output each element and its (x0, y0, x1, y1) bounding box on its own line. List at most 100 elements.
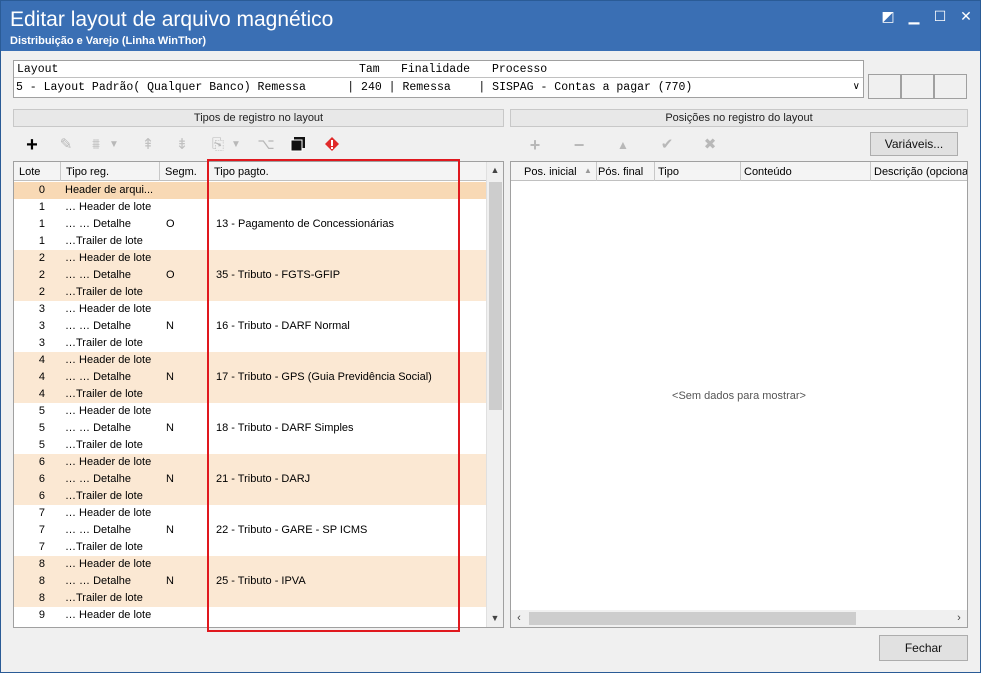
side-button-3[interactable] (934, 74, 967, 99)
col-segm[interactable]: Segm. (160, 162, 209, 181)
layout-selected-value[interactable]: 5 - Layout Padrão( Qualquer Banco) Remes… (14, 79, 863, 98)
table-row[interactable]: 0 Header de arqui... (14, 182, 488, 199)
tipo-reg-cell: … … Detalhe (65, 371, 132, 383)
restore-icon[interactable]: ◩ (880, 8, 896, 24)
table-row[interactable]: 7 … Header de lote (14, 505, 488, 522)
tipo-pagto-cell (212, 199, 462, 216)
tipo-pagto-cell (212, 556, 462, 573)
confirm-icon[interactable]: ✔ (658, 136, 676, 154)
col-lote[interactable]: Lote (14, 162, 61, 181)
scroll-down-icon[interactable]: ▼ (487, 610, 503, 627)
scroll-right-icon[interactable]: › (951, 610, 967, 627)
table-row[interactable]: 8 …Trailer de lote (14, 590, 488, 607)
table-row[interactable]: 2 … Header de lote (14, 250, 488, 267)
scroll-up-icon[interactable]: ▲ (487, 162, 503, 179)
tipo-reg-cell: … … Detalhe (65, 320, 132, 332)
table-row[interactable]: 4 … Header de lote (14, 352, 488, 369)
segm-cell (162, 607, 207, 624)
tipo-reg-cell: … Header de lote (65, 405, 152, 417)
table-row[interactable]: 3 …Trailer de lote (14, 335, 488, 352)
col-tipo-pagto[interactable]: Tipo pagto. (209, 162, 488, 181)
cancel-icon[interactable]: ✖ (701, 136, 719, 154)
table-row[interactable]: 2 …Trailer de lote (14, 284, 488, 301)
move-up-icon[interactable]: ⇞ (139, 136, 157, 154)
col-descricao[interactable]: Descrição (opcional) (869, 162, 967, 181)
move-up-position-icon[interactable]: ▲ (614, 136, 632, 154)
tipo-pagto-cell: 21 - Tributo - DARJ (216, 473, 311, 485)
table-row[interactable]: 7 … … Detalhe N 22 - Tributo - GARE - SP IC… (14, 522, 488, 539)
tipo-pagto-cell (212, 284, 462, 301)
window-subtitle: Distribuição e Varejo (Linha WinThor) (10, 35, 207, 47)
duplicate-icon[interactable] (289, 136, 307, 154)
table-row[interactable]: 4 … … Detalhe N 17 - Tributo - GPS (Guia Pr… (14, 369, 488, 386)
variables-button[interactable]: Variáveis... (870, 132, 958, 156)
segm-cell: N (166, 422, 174, 434)
tipo-pagto-cell (212, 505, 462, 522)
tree-icon[interactable]: ⌥ (257, 136, 275, 154)
table-row[interactable]: 1 …Trailer de lote (14, 233, 488, 250)
tipo-pagto-cell (212, 250, 462, 267)
remove-position-icon[interactable]: − (570, 136, 588, 154)
chevron-down-icon[interactable]: ∨ (853, 81, 860, 92)
segm-cell (162, 590, 207, 607)
table-row[interactable]: 3 … Header de lote (14, 301, 488, 318)
add-position-icon[interactable]: + (526, 136, 544, 154)
edit-icon[interactable]: ✎ (57, 136, 75, 154)
col-conteudo[interactable]: Conteúdo (739, 162, 871, 181)
table-row[interactable]: 5 … … Detalhe N 18 - Tributo - DARF Simples (14, 420, 488, 437)
lote-cell: 2 (38, 252, 45, 264)
table-row[interactable]: 6 … Header de lote (14, 454, 488, 471)
layout-selector[interactable]: Layout Tam Finalidade Processo 5 - Layou… (13, 60, 864, 98)
copy-format-icon[interactable]: ⎘ (209, 136, 227, 154)
add-icon[interactable]: + (23, 135, 41, 155)
segm-cell (162, 556, 207, 573)
tipo-reg-cell: … Header de lote (65, 252, 152, 264)
lote-cell: 5 (38, 439, 45, 451)
table-row[interactable]: 6 … … Detalhe N 21 - Tributo - DARJ (14, 471, 488, 488)
table-row[interactable]: 8 … Header de lote (14, 556, 488, 573)
tipo-pagto-cell: 17 - Tributo - GPS (Guia Previdência Soc… (216, 371, 432, 383)
record-types-grid: Lote Tipo reg. Segm. Tipo pagto. 0 Header… (13, 161, 504, 628)
tipo-reg-cell: … … Detalhe (65, 524, 132, 536)
close-icon[interactable]: ✕ (958, 8, 974, 24)
table-row[interactable]: 6 …Trailer de lote (14, 488, 488, 505)
filter-dropdown-icon[interactable]: ▼ (105, 136, 123, 154)
vertical-scrollbar[interactable]: ▲ ▼ (486, 162, 503, 627)
lote-cell: 6 (38, 490, 45, 502)
horizontal-scrollbar[interactable]: ‹ › (511, 610, 967, 627)
table-row[interactable]: 9 … Header de lote (14, 607, 488, 624)
side-button-1[interactable] (868, 74, 901, 99)
table-row[interactable]: 5 …Trailer de lote (14, 437, 488, 454)
close-button[interactable]: Fechar (879, 635, 968, 661)
maximize-icon[interactable]: ☐ (932, 8, 948, 24)
col-tipo[interactable]: Tipo (653, 162, 741, 181)
segm-cell: N (166, 524, 174, 536)
col-pos-final[interactable]: Pós. final (593, 162, 655, 181)
tipo-reg-cell: …Trailer de lote (65, 490, 143, 502)
scroll-thumb[interactable] (489, 182, 502, 410)
table-row[interactable]: 8 … … Detalhe N 25 - Tributo - IPVA (14, 573, 488, 590)
table-row[interactable]: 3 … … Detalhe N 16 - Tributo - DARF Normal (14, 318, 488, 335)
side-button-2[interactable] (901, 74, 934, 99)
lote-cell: 5 (38, 405, 45, 417)
scroll-left-icon[interactable]: ‹ (511, 610, 527, 627)
col-tipo-reg[interactable]: Tipo reg. (61, 162, 160, 181)
table-row[interactable]: 5 … Header de lote (14, 403, 488, 420)
hscroll-thumb[interactable] (529, 612, 856, 625)
table-row[interactable]: 1 … … Detalhe O 13 - Pagamento de Concessio… (14, 216, 488, 233)
tipo-reg-cell: … … Detalhe (65, 218, 132, 230)
table-row[interactable]: 7 …Trailer de lote (14, 539, 488, 556)
main-window: Editar layout de arquivo magnético Distr… (0, 0, 981, 673)
copy-dropdown-icon[interactable]: ▼ (227, 136, 245, 154)
table-row[interactable]: 4 …Trailer de lote (14, 386, 488, 403)
lote-cell: 7 (38, 507, 45, 519)
minimize-icon[interactable]: ▁ (906, 8, 922, 24)
table-row[interactable]: 2 … … Detalhe O 35 - Tributo - FGTS-GFIP (14, 267, 488, 284)
segm-cell (162, 505, 207, 522)
filter-icon[interactable]: ⩩ (87, 136, 105, 154)
move-down-icon[interactable]: ⇟ (173, 136, 191, 154)
table-row[interactable]: 1 … Header de lote (14, 199, 488, 216)
positions-header: Pos. inicial ▲ Pós. final Tipo Conteúdo … (511, 162, 967, 181)
title-bar[interactable]: Editar layout de arquivo magnético Distr… (1, 1, 980, 51)
delete-icon[interactable] (323, 136, 341, 154)
